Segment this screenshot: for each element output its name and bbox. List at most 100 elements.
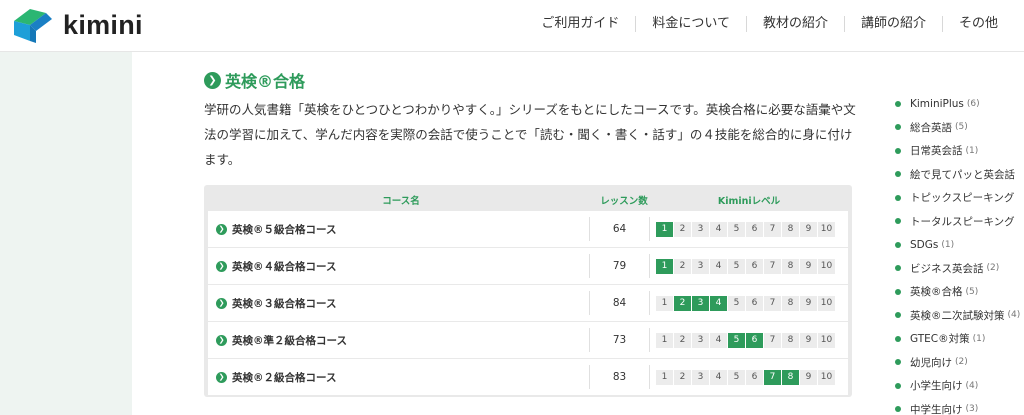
level-box-7: 7 <box>764 258 781 274</box>
level-box-8: 8 <box>782 369 799 385</box>
sidebar-item[interactable]: 英検®合格 (5) <box>895 280 1020 304</box>
level-indicator: 1 2 3 4 5 6 7 8 9 10 <box>650 295 846 311</box>
level-box-8: 8 <box>782 221 799 237</box>
table-row[interactable]: ❯ 英検®準２級合格コース 73 1 2 3 4 5 6 7 8 9 10 <box>208 322 848 358</box>
bullet-icon <box>895 288 901 295</box>
nav-teachers[interactable]: 講師の紹介 <box>843 16 942 32</box>
course-name[interactable]: 英検®５級合格コース <box>232 222 336 237</box>
sidebar-item-label: 英検®合格 <box>910 286 963 299</box>
level-box-10: 10 <box>818 221 835 237</box>
sidebar-item[interactable]: トピックスピーキング <box>895 186 1020 210</box>
header-kimini-level: Kiminiレベル <box>717 196 781 207</box>
sidebar-item-label: ビジネス英会話 <box>910 262 984 275</box>
level-box-2: 2 <box>674 295 691 311</box>
nav-pricing[interactable]: 料金について <box>635 16 746 32</box>
section-description: 学研の人気書籍「英検をひとつひとつわかりやすく。」シリーズをもとにしたコースです… <box>204 102 856 167</box>
left-background <box>0 52 132 415</box>
sidebar-item-label: 絵で見てパッと英会話 <box>910 168 1015 181</box>
sidebar-item-label: 英検®二次試験対策 <box>910 309 1005 322</box>
logo-text: kimini <box>63 9 143 40</box>
sidebar-item-count: (4) <box>965 380 979 391</box>
level-box-10: 10 <box>818 258 835 274</box>
bullet-icon <box>895 147 901 154</box>
sidebar-item-label: トピックスピーキング <box>910 192 1015 205</box>
level-box-2: 2 <box>674 258 691 274</box>
level-box-7: 7 <box>764 332 781 348</box>
level-box-8: 8 <box>782 295 799 311</box>
level-box-4: 4 <box>710 258 727 274</box>
course-name[interactable]: 英検®３級合格コース <box>232 296 336 311</box>
level-indicator: 1 2 3 4 5 6 7 8 9 10 <box>650 332 846 348</box>
level-box-9: 9 <box>800 258 817 274</box>
level-box-7: 7 <box>764 221 781 237</box>
level-box-10: 10 <box>818 295 835 311</box>
main-nav: ご利用ガイド 料金について 教材の紹介 講師の紹介 その他 <box>525 0 1014 48</box>
sidebar-item-label: KiminiPlus <box>910 97 964 110</box>
sidebar-item-label: 小学生向け <box>910 380 963 393</box>
level-box-4: 4 <box>710 332 727 348</box>
level-box-6: 6 <box>746 258 763 274</box>
section-heading: ❯ 英検®合格 <box>204 68 305 92</box>
category-list: KiminiPlus (6) 総合英語 (5) 日常英会話 (1) 絵で見てパッと英会話 トピ… <box>895 92 1020 415</box>
sidebar-item-count: (2) <box>986 263 1000 274</box>
sidebar-item[interactable]: ビジネス英会話 (2) <box>895 257 1020 281</box>
nav-guide[interactable]: ご利用ガイド <box>525 16 635 32</box>
sidebar-item[interactable]: 幼児向け (2) <box>895 351 1020 375</box>
sidebar-item-count: (1) <box>965 145 979 156</box>
level-box-4: 4 <box>710 221 727 237</box>
nav-materials[interactable]: 教材の紹介 <box>745 16 844 32</box>
sidebar-item-count: (3) <box>965 404 979 415</box>
level-box-9: 9 <box>800 221 817 237</box>
sidebar-item-count: (5) <box>965 286 979 297</box>
level-box-3: 3 <box>692 295 709 311</box>
lesson-count: 73 <box>590 328 650 352</box>
bullet-icon <box>895 241 901 248</box>
sidebar-item[interactable]: 総合英語 (5) <box>895 116 1020 140</box>
sidebar-item[interactable]: 英検®二次試験対策 (4) <box>895 304 1020 328</box>
course-name[interactable]: 英検®準２級合格コース <box>232 333 347 348</box>
level-box-1: 1 <box>656 369 673 385</box>
sidebar-item[interactable]: 絵で見てパッと英会話 <box>895 163 1020 187</box>
table-row[interactable]: ❯ 英検®４級合格コース 79 1 2 3 4 5 6 7 8 9 10 <box>208 248 848 284</box>
level-box-2: 2 <box>674 332 691 348</box>
level-box-1: 1 <box>656 258 673 274</box>
sidebar-item-count: (1) <box>972 333 986 344</box>
level-box-6: 6 <box>746 369 763 385</box>
sidebar-item[interactable]: 中学生向け (3) <box>895 398 1020 415</box>
level-box-3: 3 <box>692 332 709 348</box>
level-indicator: 1 2 3 4 5 6 7 8 9 10 <box>650 369 846 385</box>
chevron-right-icon: ❯ <box>204 71 221 89</box>
bullet-icon <box>895 100 901 107</box>
chevron-right-icon: ❯ <box>216 260 227 272</box>
table-body: ❯ 英検®５級合格コース 64 1 2 3 4 5 6 7 8 9 10 ❯ 英検®４級合格コース 79 1 2 3… <box>208 211 848 395</box>
course-name-cell: ❯ 英検®準２級合格コース <box>208 328 590 352</box>
sidebar-item-count: (5) <box>955 122 968 133</box>
table-row[interactable]: ❯ 英検®３級合格コース 84 1 2 3 4 5 6 7 8 9 10 <box>208 285 848 321</box>
level-box-1: 1 <box>656 221 673 237</box>
level-box-8: 8 <box>782 258 799 274</box>
level-box-9: 9 <box>800 332 817 348</box>
table-row[interactable]: ❯ 英検®２級合格コース 83 1 2 3 4 5 6 7 8 9 10 <box>208 359 848 395</box>
table-row[interactable]: ❯ 英検®５級合格コース 64 1 2 3 4 5 6 7 8 9 10 <box>208 211 848 247</box>
level-box-9: 9 <box>800 295 817 311</box>
sidebar-item[interactable]: GTEC®対策 (1) <box>895 327 1020 351</box>
course-name[interactable]: 英検®２級合格コース <box>232 370 336 385</box>
sidebar-item-label: 中学生向け <box>910 403 963 415</box>
sidebar-item-label: 日常英会話 <box>910 145 963 158</box>
course-name[interactable]: 英検®４級合格コース <box>232 259 336 274</box>
sidebar-item[interactable]: トータルスピーキング <box>895 210 1020 234</box>
sidebar-item[interactable]: 日常英会話 (1) <box>895 139 1020 163</box>
level-box-5: 5 <box>728 295 745 311</box>
sidebar-item[interactable]: 小学生向け (4) <box>895 374 1020 398</box>
level-box-3: 3 <box>692 221 709 237</box>
kimini-logo[interactable]: kimini <box>12 7 143 43</box>
sidebar-item[interactable]: SDGs (1) <box>895 233 1020 257</box>
table-header: コース名 レッスン数 Kiminiレベル <box>208 189 848 211</box>
level-box-3: 3 <box>692 369 709 385</box>
course-name-cell: ❯ 英検®３級合格コース <box>208 291 590 315</box>
level-box-5: 5 <box>728 221 745 237</box>
course-name-cell: ❯ 英検®５級合格コース <box>208 217 590 241</box>
nav-other[interactable]: その他 <box>941 16 1014 32</box>
sidebar-item[interactable]: KiminiPlus (6) <box>895 92 1020 116</box>
bullet-icon <box>895 382 901 389</box>
